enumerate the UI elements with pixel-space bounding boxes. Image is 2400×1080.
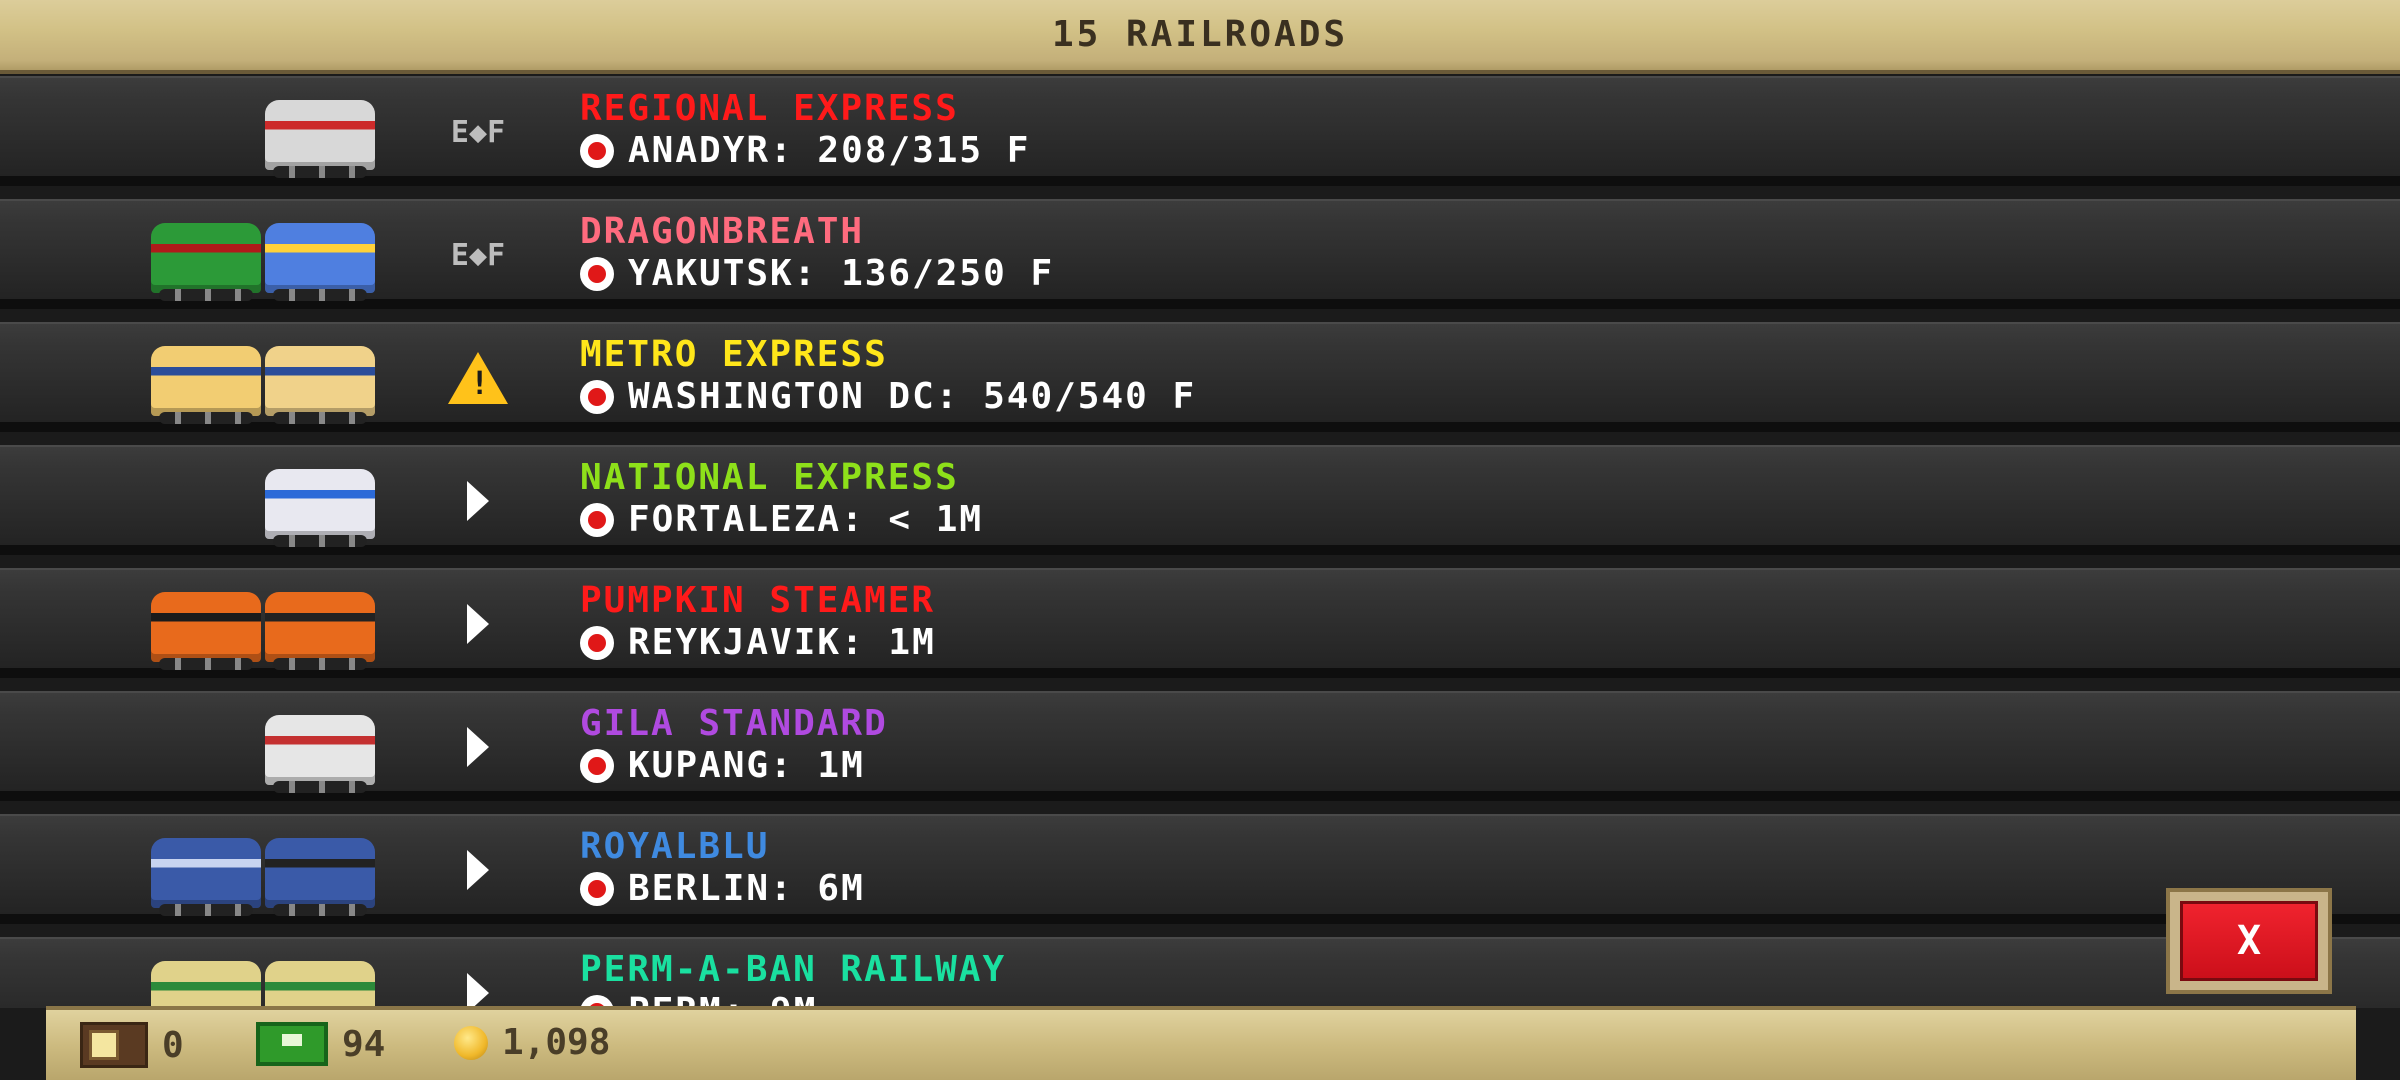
play-icon[interactable] — [446, 473, 510, 529]
train-car-icon — [151, 346, 261, 424]
route-text: KUPANG: 1M — [628, 745, 865, 786]
train-car-icon — [151, 592, 261, 670]
railroad-row[interactable]: PERM-A-BAN RAILWAYPERM: 9M — [0, 937, 2400, 1008]
cash-counter: 94 — [256, 1022, 385, 1066]
railroad-name: PUMPKIN STEAMER — [580, 580, 936, 621]
train-car-icon — [265, 223, 375, 301]
train-icon — [265, 705, 375, 793]
railroad-row[interactable]: ! METRO EXPRESS WASHINGTON DC: 540/540 F — [0, 322, 2400, 432]
railroad-row[interactable]: GILA STANDARD KUPANG: 1M — [0, 691, 2400, 801]
close-icon[interactable]: X — [2180, 901, 2318, 981]
route-info: FORTALEZA: < 1M — [580, 499, 983, 540]
train-icon — [265, 459, 375, 547]
coin-icon — [454, 1025, 488, 1060]
train-car-icon — [151, 961, 261, 1008]
train-car-icon — [265, 100, 375, 178]
station-pin-icon — [580, 502, 614, 537]
play-icon[interactable] — [446, 719, 510, 775]
crates-value: 0 — [162, 1024, 184, 1066]
station-pin-icon — [580, 256, 614, 291]
crate-icon — [80, 1022, 148, 1068]
train-icon — [151, 213, 375, 301]
railroad-row[interactable]: PUMPKIN STEAMER REYKJAVIK: 1M — [0, 568, 2400, 678]
railroad-row[interactable]: ROYALBLU BERLIN: 6M — [0, 814, 2400, 924]
train-car-icon — [265, 961, 375, 1008]
train-car-icon — [265, 469, 375, 547]
railroad-name: NATIONAL EXPRESS — [580, 457, 959, 498]
resource-bar: 0 94 1,098 — [46, 1006, 2356, 1080]
railroad-name: DRAGONBREATH — [580, 211, 865, 252]
train-car-icon — [265, 715, 375, 793]
route-text: ANADYR: 208/315 F — [628, 130, 1031, 171]
train-car-icon — [265, 592, 375, 670]
play-icon[interactable] — [446, 965, 510, 1008]
route-info: YAKUTSK: 136/250 F — [580, 253, 1054, 294]
play-icon[interactable] — [446, 842, 510, 898]
route-text: FORTALEZA: < 1M — [628, 499, 984, 540]
header-bar: 15 RAILROADS — [0, 0, 2400, 74]
coins-value: 1,098 — [502, 1022, 611, 1063]
coins-counter: 1,098 — [454, 1022, 610, 1063]
railroad-name: ROYALBLU — [580, 826, 770, 867]
railroad-name: PERM-A-BAN RAILWAY — [580, 949, 1007, 990]
fuel-gauge-icon: E◆F — [450, 237, 506, 273]
train-icon — [151, 582, 375, 670]
train-car-icon — [151, 223, 261, 301]
train-icon — [265, 90, 375, 178]
crates-counter: 0 — [80, 1022, 184, 1068]
route-text: YAKUTSK: 136/250 F — [628, 253, 1055, 294]
route-text: REYKJAVIK: 1M — [628, 622, 936, 663]
railroad-list[interactable]: E◆F REGIONAL EXPRESS ANADYR: 208/315 F E◆F D… — [0, 76, 2400, 1008]
fuel-gauge-icon: E◆F — [450, 114, 506, 150]
station-pin-icon — [580, 871, 614, 906]
railroad-name: GILA STANDARD — [580, 703, 888, 744]
play-icon[interactable] — [446, 596, 510, 652]
train-icon — [151, 951, 375, 1008]
train-car-icon — [151, 838, 261, 916]
route-info: REYKJAVIK: 1M — [580, 622, 936, 663]
route-info: KUPANG: 1M — [580, 745, 865, 786]
warning-icon: ! — [446, 350, 510, 406]
train-icon — [151, 828, 375, 916]
cash-icon — [256, 1022, 328, 1066]
station-pin-icon — [580, 625, 614, 660]
train-car-icon — [265, 346, 375, 424]
train-car-icon — [265, 838, 375, 916]
railroad-name: METRO EXPRESS — [580, 334, 888, 375]
route-text: BERLIN: 6M — [628, 868, 865, 909]
station-pin-icon — [580, 748, 614, 783]
railroad-name: REGIONAL EXPRESS — [580, 88, 959, 129]
station-pin-icon — [580, 379, 614, 414]
route-info: WASHINGTON DC: 540/540 F — [580, 376, 1196, 417]
cash-value: 94 — [342, 1023, 386, 1065]
train-icon — [151, 336, 375, 424]
route-info: ANADYR: 208/315 F — [580, 130, 1030, 171]
railroad-row[interactable]: E◆F DRAGONBREATH YAKUTSK: 136/250 F — [0, 199, 2400, 309]
close-button[interactable]: X — [2166, 888, 2332, 994]
page-title: 15 RAILROADS — [1051, 14, 1349, 55]
railroad-row[interactable]: E◆F REGIONAL EXPRESS ANADYR: 208/315 F — [0, 76, 2400, 186]
station-pin-icon — [580, 133, 614, 168]
route-text: WASHINGTON DC: 540/540 F — [628, 376, 1197, 417]
railroad-row[interactable]: NATIONAL EXPRESS FORTALEZA: < 1M — [0, 445, 2400, 555]
route-info: BERLIN: 6M — [580, 868, 865, 909]
